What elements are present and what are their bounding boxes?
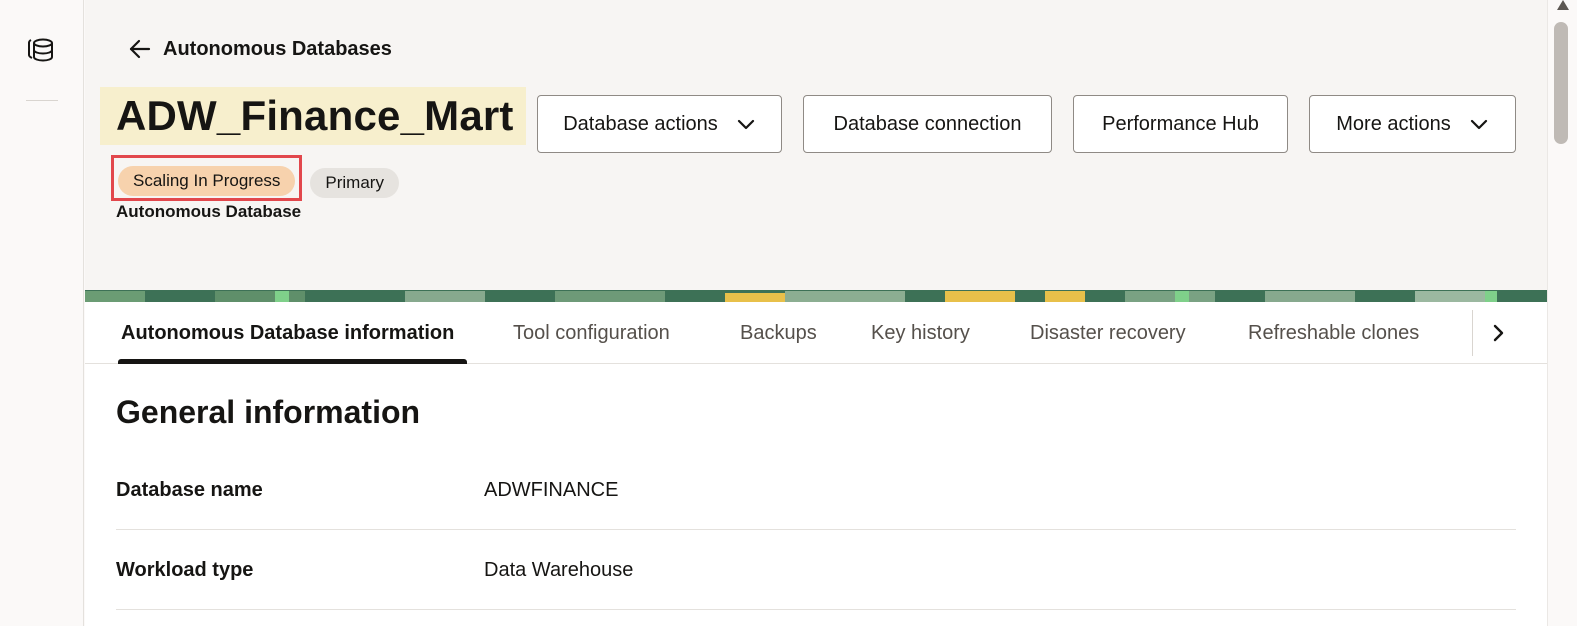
database-connection-label: Database connection [833,112,1022,135]
back-link[interactable]: Autonomous Databases [127,36,392,62]
page-title: ADW_Finance_Mart [116,92,514,139]
tab-divider [1472,310,1473,356]
main-content: General information Database name ADWFIN… [85,364,1547,626]
header-actions: Database actions Database connection Per… [537,95,1516,153]
scroll-up-arrow[interactable] [1557,0,1569,10]
rail-divider [26,100,58,101]
tab-bar: Autonomous Database information Tool con… [85,302,1547,364]
tab-refreshable-clones[interactable]: Refreshable clones [1248,302,1419,364]
performance-hub-button[interactable]: Performance Hub [1073,95,1288,153]
chevron-right-icon [1493,324,1504,342]
page-title-highlight: ADW_Finance_Mart [100,87,526,145]
vertical-scrollbar[interactable] [1547,0,1577,626]
database-actions-button[interactable]: Database actions [537,95,782,153]
more-actions-button[interactable]: More actions [1309,95,1516,153]
scrollbar-thumb[interactable] [1554,22,1568,144]
tab-backups[interactable]: Backups [740,302,817,364]
annotation-box: Scaling In Progress [111,155,303,201]
performance-hub-label: Performance Hub [1102,112,1259,135]
page-subtitle: Autonomous Database [116,202,302,221]
info-label: Database name [116,478,263,501]
info-value: Data Warehouse [484,558,634,581]
tabs-next-button[interactable] [1483,314,1513,352]
status-badges: Scaling In Progress Primary [111,155,399,201]
section-title: General information [116,394,421,430]
tab-key-history[interactable]: Key history [871,302,970,364]
role-badge: Primary [310,167,399,198]
arrow-left-icon [129,39,151,59]
back-link-label: Autonomous Databases [163,37,392,60]
database-icon[interactable] [26,36,56,64]
tab-tool-configuration[interactable]: Tool configuration [513,302,670,364]
database-actions-label: Database actions [563,112,718,135]
database-connection-button[interactable]: Database connection [803,95,1052,153]
chevron-down-icon [1470,119,1487,130]
more-actions-label: More actions [1336,112,1451,135]
info-value: ADWFINANCE [484,478,619,501]
chevron-down-icon [737,119,754,130]
tab-disaster-recovery[interactable]: Disaster recovery [1030,302,1186,364]
left-rail [0,0,84,626]
tab-autonomous-database-information[interactable]: Autonomous Database information [121,302,454,364]
decorative-banner [85,290,1547,302]
status-badge: Scaling In Progress [118,166,296,196]
info-row-workload-type: Workload type Data Warehouse [116,530,1516,610]
info-label: Workload type [116,558,254,581]
page-header: Autonomous Databases ADW_Finance_Mart Da… [85,0,1547,290]
info-row-database-name: Database name ADWFINANCE [116,450,1516,530]
